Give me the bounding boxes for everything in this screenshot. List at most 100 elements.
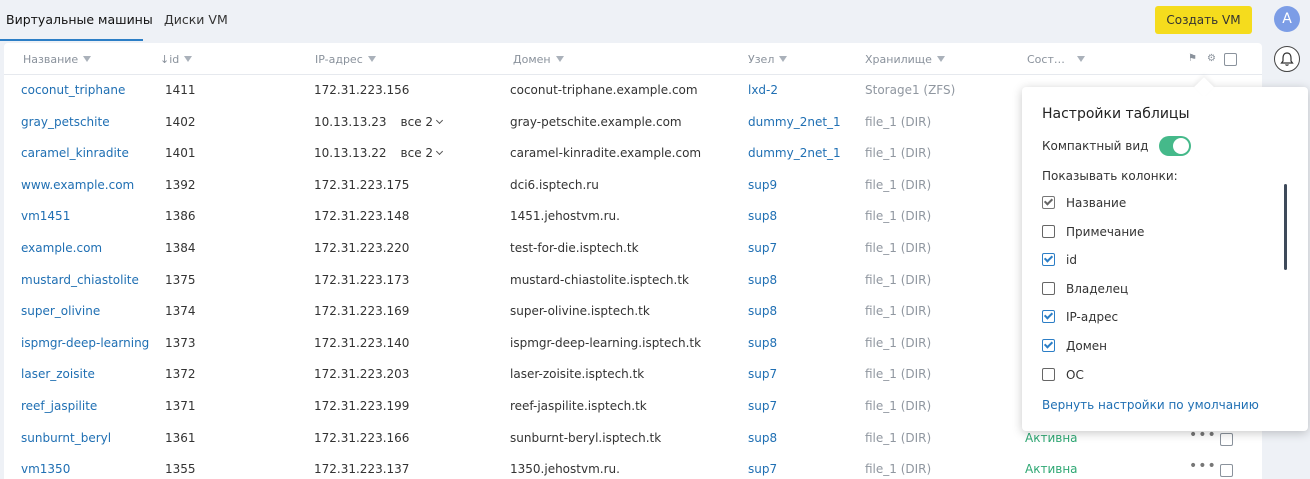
status-badge: Активна	[1025, 462, 1078, 477]
vm-node-link[interactable]: lxd-2	[748, 83, 778, 97]
vm-node-link[interactable]: sup8	[748, 431, 777, 445]
vm-ip: 172.31.223.156	[314, 83, 409, 97]
vm-node-link[interactable]: sup8	[748, 304, 777, 318]
table-settings-popup: Настройки таблицы Компактный вид Показыв…	[1022, 77, 1308, 431]
filter-icon[interactable]	[367, 56, 376, 62]
vm-name-link[interactable]: ispmgr-deep-learning	[21, 336, 149, 350]
column-header-storage[interactable]: Хранилище	[865, 53, 945, 66]
column-option[interactable]: ОС	[1042, 366, 1262, 386]
vm-storage: file_1 (DIR)	[865, 430, 932, 445]
gear-icon[interactable]: ⚙	[1207, 53, 1216, 64]
column-option[interactable]: Домен	[1042, 337, 1262, 357]
ip-value: 172.31.223.148	[314, 209, 410, 224]
vm-name-link[interactable]: reef_jaspilite	[21, 399, 97, 413]
scrollbar-thumb[interactable]	[1284, 184, 1287, 270]
vm-id: 1386	[165, 209, 196, 224]
create-vm-button[interactable]: Создать VM	[1155, 6, 1252, 34]
column-header-name[interactable]: Название	[23, 53, 92, 66]
column-option-checkbox[interactable]	[1042, 253, 1055, 267]
column-option-checkbox[interactable]	[1042, 339, 1055, 352]
popup-title: Настройки таблицы	[1042, 106, 1190, 122]
chevron-down-icon	[436, 148, 444, 156]
vm-ip: 172.31.223.199	[314, 399, 409, 413]
vm-name-link[interactable]: example.com	[21, 241, 102, 255]
vm-name-link[interactable]: www.example.com	[21, 178, 134, 192]
filter-icon[interactable]	[555, 56, 564, 62]
vm-ip: 172.31.223.220	[314, 241, 409, 255]
ip-more-dropdown[interactable]: все 2	[401, 146, 444, 160]
ip-value: 172.31.223.137	[314, 462, 410, 477]
column-option-checkbox[interactable]	[1042, 310, 1055, 324]
vm-domain: dci6.isptech.ru	[510, 177, 599, 192]
vm-node-link[interactable]: sup9	[748, 178, 777, 192]
more-actions-icon[interactable]: •••	[1189, 458, 1217, 474]
column-option-checkbox[interactable]	[1042, 367, 1055, 381]
vm-node-link[interactable]: dummy_2net_1	[748, 146, 841, 160]
check-icon	[1043, 253, 1054, 263]
vm-ip: 172.31.223.148	[314, 209, 409, 223]
column-option[interactable]: Название	[1042, 194, 1262, 214]
column-header-id[interactable]: ↓id	[160, 53, 193, 66]
row-checkbox[interactable]	[1220, 432, 1233, 446]
vm-name-link[interactable]: gray_petschite	[21, 115, 110, 129]
column-header-label: Сост…	[1027, 53, 1065, 66]
vm-node-link[interactable]: sup8	[748, 273, 777, 287]
vm-ip: 172.31.223.140	[314, 336, 409, 350]
vm-node-link[interactable]: sup7	[748, 462, 777, 476]
column-header-domain[interactable]: Домен	[513, 53, 564, 66]
notifications-button[interactable]	[1274, 46, 1300, 72]
bell-icon	[1280, 52, 1294, 66]
vm-id: 1374	[165, 304, 196, 319]
vm-node-link[interactable]: dummy_2net_1	[748, 115, 841, 129]
vm-storage: file_1 (DIR)	[865, 241, 932, 255]
column-option[interactable]: Владелец	[1042, 280, 1262, 300]
filter-icon[interactable]	[184, 56, 193, 62]
filter-icon[interactable]	[936, 56, 945, 62]
vm-name-link[interactable]: caramel_kinradite	[21, 146, 129, 160]
vm-node-link[interactable]: sup7	[748, 367, 777, 381]
column-header-node[interactable]: Узел	[748, 53, 788, 66]
ip-value: 172.31.223.203	[314, 367, 410, 382]
vm-node-link[interactable]: sup7	[748, 241, 777, 255]
tab-virtual-machines[interactable]: Виртуальные машины	[6, 12, 153, 27]
avatar[interactable]: A	[1274, 6, 1300, 32]
vm-id: 1411	[165, 83, 196, 97]
vm-name-link[interactable]: super_olivine	[21, 304, 100, 318]
tab-vm-disks[interactable]: Диски VM	[164, 12, 228, 27]
vm-node-link[interactable]: sup8	[748, 209, 777, 223]
vm-name-link[interactable]: vm1350	[21, 462, 70, 476]
vm-ip: 172.31.223.137	[314, 462, 409, 476]
vm-domain: laser-zoisite.isptech.tk	[510, 367, 645, 382]
column-option-checkbox[interactable]	[1042, 196, 1055, 209]
column-option-label: Примечание	[1066, 224, 1145, 239]
vm-node-link[interactable]: sup7	[748, 399, 777, 413]
vm-name-link[interactable]: vm1451	[21, 209, 70, 223]
vm-node-link[interactable]: sup8	[748, 336, 777, 350]
ip-value: 10.13.13.22	[314, 146, 387, 161]
column-header-status[interactable]: Сост…	[1027, 53, 1085, 66]
column-option-checkbox[interactable]	[1042, 281, 1055, 295]
column-option[interactable]: Примечание	[1042, 223, 1262, 243]
select-all-checkbox[interactable]	[1224, 53, 1237, 66]
row-checkbox[interactable]	[1220, 464, 1233, 478]
vm-name-link[interactable]: sunburnt_beryl	[21, 431, 111, 445]
vm-name-link[interactable]: mustard_chiastolite	[21, 273, 139, 287]
filter-icon[interactable]	[779, 56, 788, 62]
table-row[interactable]: vm1350 1355 172.31.223.137 1350.jehostvm.ru…	[4, 454, 1262, 479]
vm-storage: Storage1 (ZFS)	[865, 83, 956, 97]
column-option-checkbox[interactable]	[1042, 224, 1055, 238]
column-option[interactable]: IP-адрес	[1042, 308, 1262, 328]
vm-name-link[interactable]: coconut_triphane	[21, 83, 125, 97]
column-header-ip[interactable]: IP-адрес	[315, 53, 376, 66]
ip-value: 172.31.223.199	[314, 399, 410, 413]
filter-icon[interactable]	[83, 56, 92, 62]
reset-settings-link[interactable]: Вернуть настройки по умолчанию	[1042, 398, 1259, 412]
vm-name-link[interactable]: laser_zoisite	[21, 367, 95, 381]
compact-view-toggle[interactable]	[1159, 136, 1191, 156]
filter-icon[interactable]	[1076, 56, 1085, 62]
column-header-label: Узел	[748, 53, 775, 66]
column-option-label: Владелец	[1066, 281, 1129, 296]
filter-settings-icon[interactable]: ⚑	[1188, 53, 1197, 64]
ip-more-dropdown[interactable]: все 2	[401, 115, 444, 129]
column-option[interactable]: id	[1042, 251, 1262, 271]
